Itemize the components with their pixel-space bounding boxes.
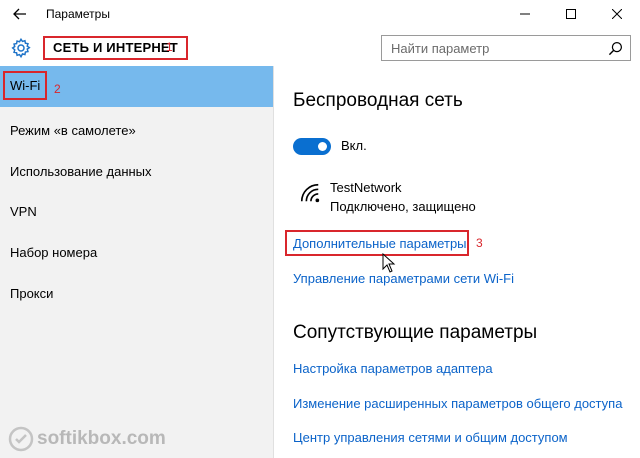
toggle-label: Вкл.	[341, 138, 367, 153]
adapter-settings-link[interactable]: Настройка параметров адаптера	[293, 361, 493, 376]
gear-icon	[11, 37, 31, 59]
manage-wifi-link[interactable]: Управление параметрами сети Wi-Fi	[293, 271, 514, 286]
back-button[interactable]	[0, 0, 40, 28]
network-status: Подключено, защищено	[330, 199, 476, 214]
sidebar-item-label: Wi-Fi	[3, 71, 48, 100]
sidebar-item-label: Набор номера	[10, 245, 98, 260]
search-placeholder: Найти параметр	[391, 41, 490, 56]
window-title: Параметры	[46, 7, 110, 21]
advanced-options-link[interactable]: Дополнительные параметры	[293, 236, 467, 251]
watermark-logo-icon	[8, 426, 34, 452]
divider	[273, 66, 274, 458]
mouse-cursor-icon	[382, 253, 396, 273]
minimize-button[interactable]	[502, 0, 548, 28]
annotation-marker-3: 3	[476, 236, 483, 250]
network-center-link[interactable]: Центр управления сетями и общим доступом	[293, 430, 568, 445]
wireless-section-title: Беспроводная сеть	[293, 90, 463, 111]
close-icon	[612, 9, 622, 19]
minimize-icon	[520, 13, 530, 15]
close-button[interactable]	[594, 0, 640, 28]
watermark: softikbox.com	[8, 426, 166, 452]
maximize-button[interactable]	[548, 0, 594, 28]
back-arrow-icon	[13, 8, 26, 20]
sidebar-item-proxy[interactable]: Прокси	[0, 273, 273, 314]
sidebar: Wi-Fi 2 Режим «в самолете» Использование…	[0, 66, 273, 458]
search-icon[interactable]	[608, 41, 623, 56]
annotation-marker-1: 1	[166, 40, 173, 54]
title-bar: Параметры	[0, 0, 640, 28]
sidebar-item-wifi[interactable]: Wi-Fi 2	[0, 66, 273, 107]
watermark-text: softikbox.com	[37, 428, 166, 449]
sidebar-item-label: Использование данных	[10, 164, 152, 179]
sidebar-item-label: Режим «в самолете»	[10, 123, 136, 138]
annotation-marker-2: 2	[54, 82, 61, 96]
sidebar-item-label: Прокси	[10, 286, 54, 301]
main-content: Беспроводная сеть Вкл. TestNetwork Подкл…	[285, 66, 633, 458]
related-section-title: Сопутствующие параметры	[293, 322, 538, 343]
sidebar-item-vpn[interactable]: VPN	[0, 191, 273, 232]
wifi-signal-icon	[300, 183, 320, 203]
sidebar-item-data-usage[interactable]: Использование данных	[0, 151, 273, 192]
maximize-icon	[566, 9, 576, 19]
sidebar-item-airplane-mode[interactable]: Режим «в самолете»	[0, 110, 273, 151]
toggle-knob	[318, 142, 327, 151]
sharing-settings-link[interactable]: Изменение расширенных параметров общего …	[293, 396, 622, 411]
window-controls	[502, 0, 640, 28]
search-input[interactable]: Найти параметр	[381, 35, 631, 61]
sidebar-item-dial-up[interactable]: Набор номера	[0, 232, 273, 273]
wifi-toggle[interactable]	[293, 138, 331, 155]
network-name: TestNetwork	[330, 180, 402, 195]
sidebar-item-label: VPN	[10, 204, 37, 219]
